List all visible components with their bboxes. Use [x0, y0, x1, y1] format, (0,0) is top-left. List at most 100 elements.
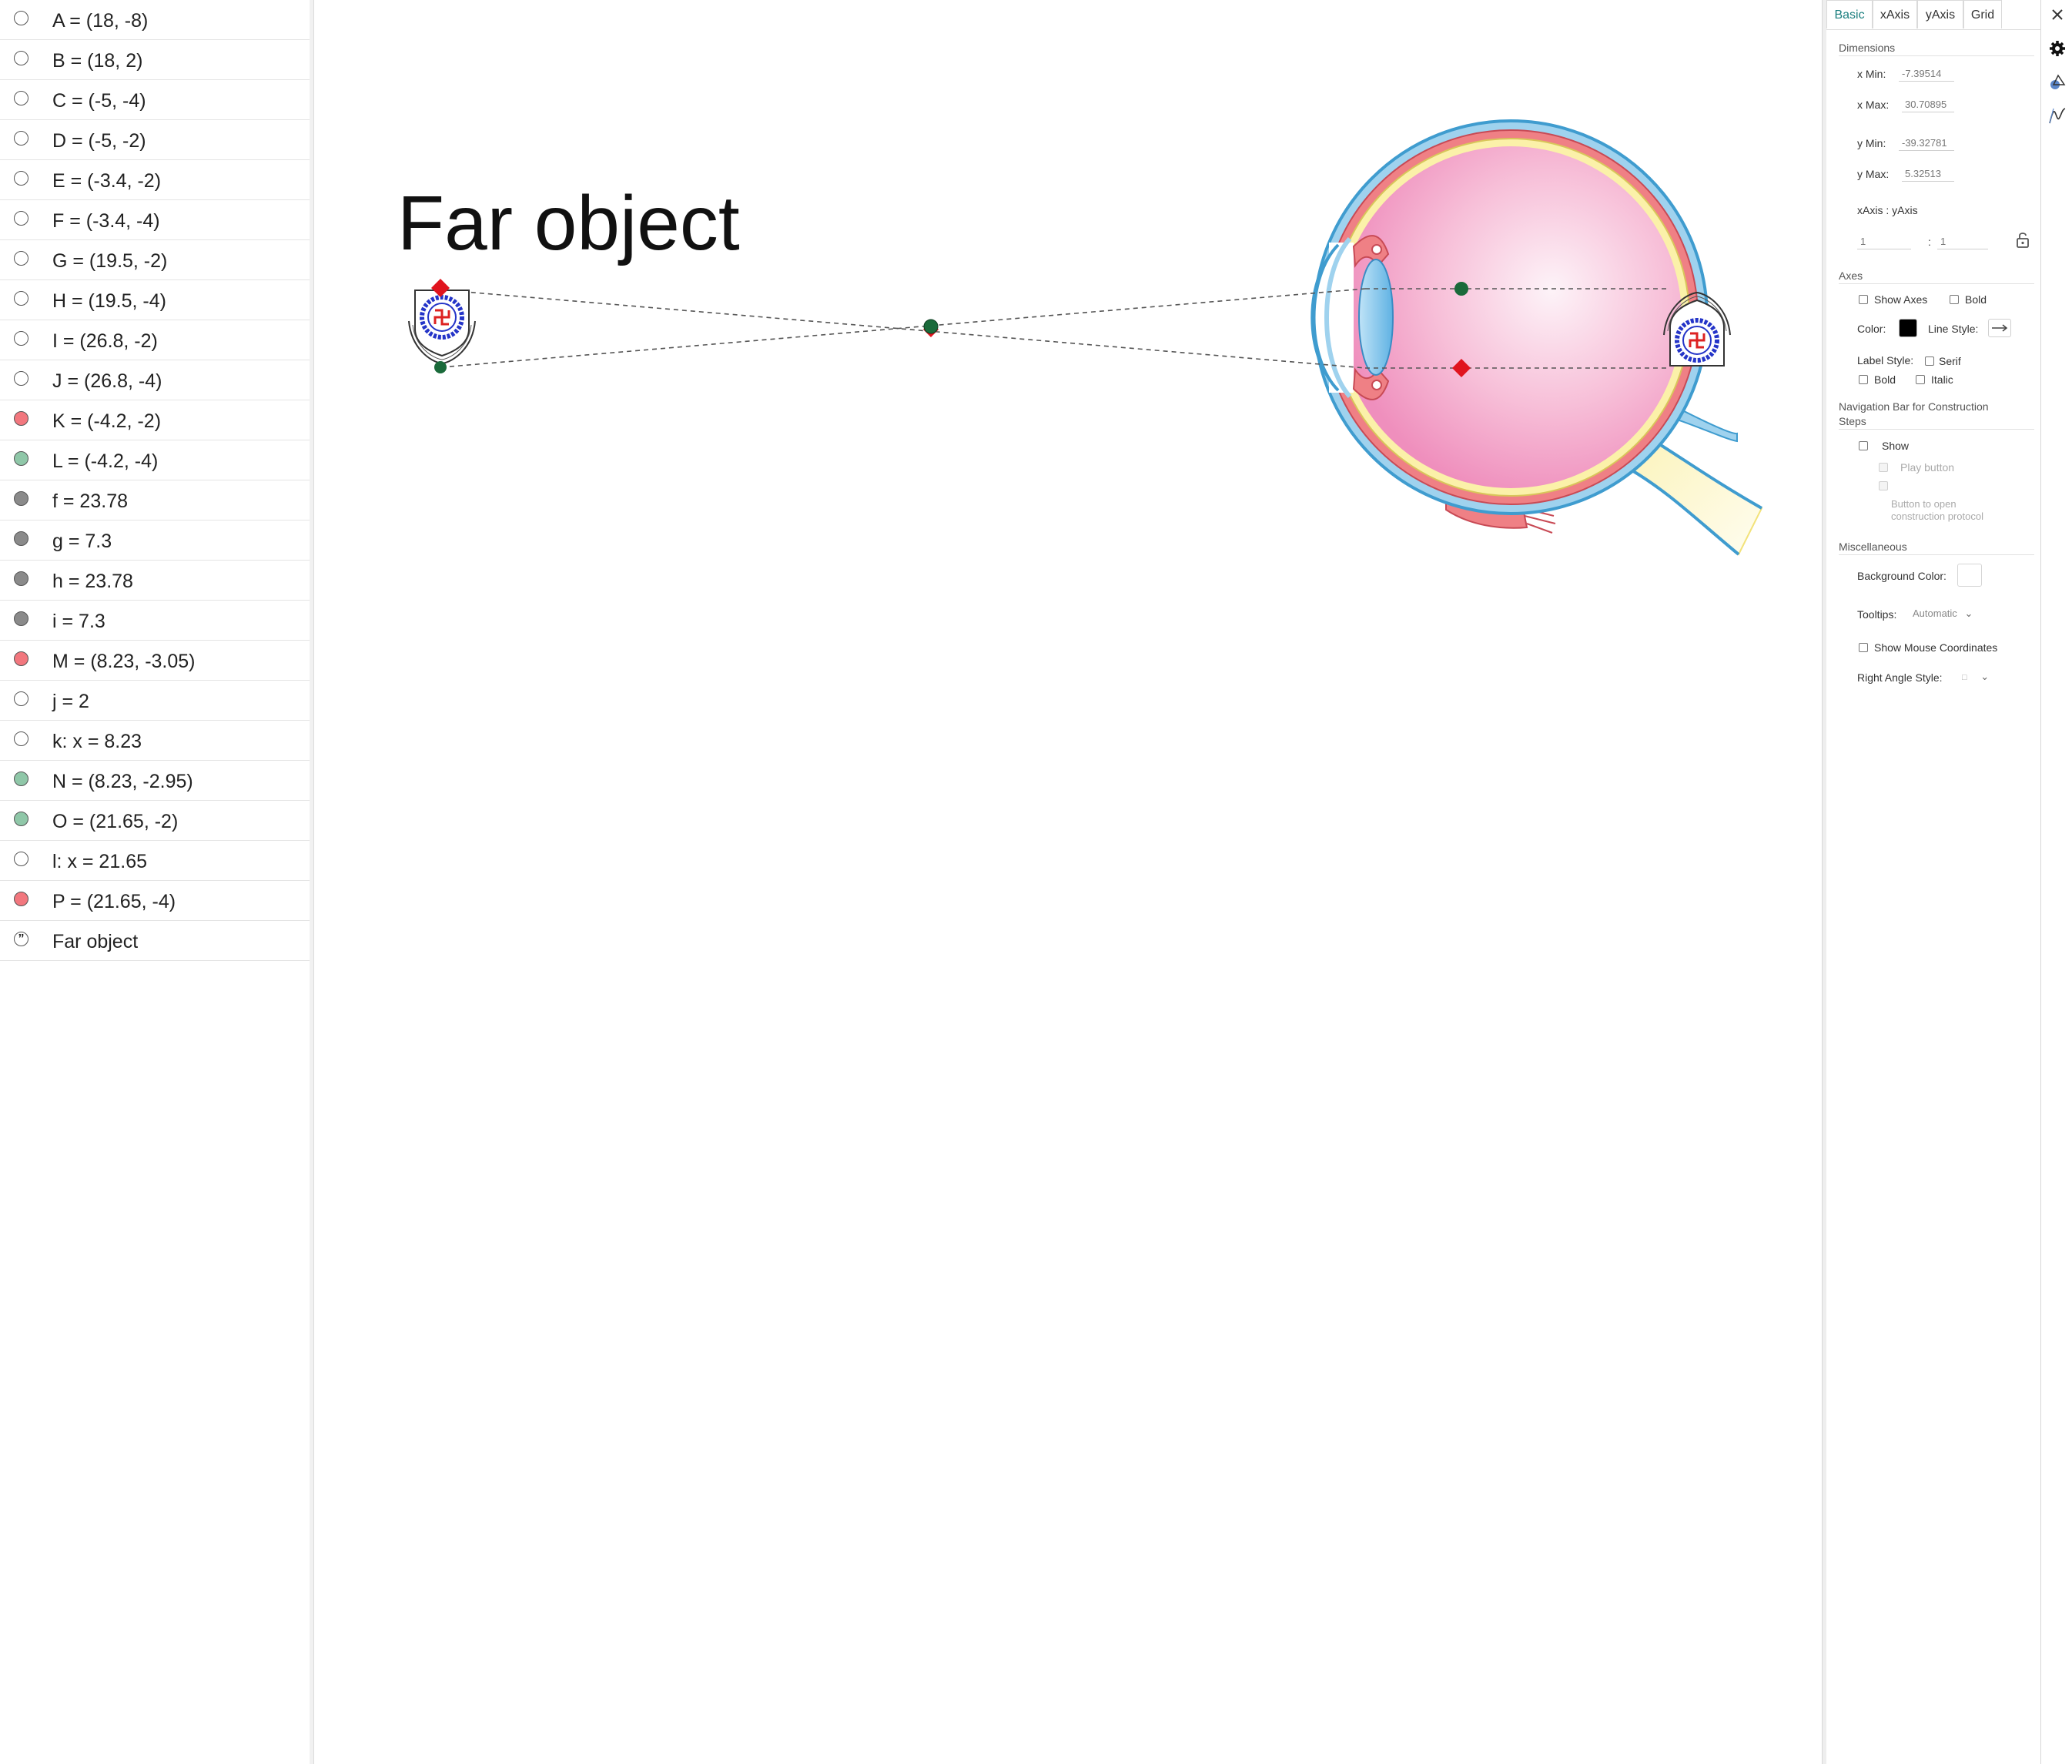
algebra-item-text[interactable]: k: x = 8.23	[52, 731, 142, 753]
algebra-item-text[interactable]: D = (-5, -2)	[52, 130, 146, 152]
visibility-toggle[interactable]	[14, 731, 28, 746]
open-protocol-checkbox[interactable]	[1879, 481, 1888, 490]
xmin-field[interactable]: -7.39514	[1899, 66, 1954, 82]
algebra-item-text[interactable]: E = (-3.4, -2)	[52, 170, 161, 192]
object-emblem[interactable]	[408, 290, 476, 365]
tab-xaxis[interactable]: xAxis	[1873, 0, 1917, 28]
visibility-toggle[interactable]	[14, 371, 28, 386]
visibility-toggle[interactable]	[14, 531, 28, 546]
algebra-item-text[interactable]: J = (26.8, -4)	[52, 370, 162, 393]
algebra-item[interactable]: h = 23.78	[0, 561, 310, 601]
lock-icon[interactable]	[2014, 231, 2031, 249]
algebra-item[interactable]: N = (8.23, -2.95)	[0, 761, 310, 801]
algebra-item[interactable]: i = 7.3	[0, 601, 310, 641]
algebra-item-text[interactable]: L = (-4.2, -4)	[52, 450, 158, 473]
algebra-item[interactable]: K = (-4.2, -2)	[0, 400, 310, 440]
visibility-toggle[interactable]	[14, 691, 28, 706]
algebra-item[interactable]: g = 7.3	[0, 520, 310, 561]
visibility-toggle[interactable]	[14, 812, 28, 826]
algebra-item[interactable]: B = (18, 2)	[0, 40, 310, 80]
right-angle-style-dropdown[interactable]: □ ⌄	[1962, 668, 2008, 686]
algebra-item[interactable]: J = (26.8, -4)	[0, 360, 310, 400]
algebra-item[interactable]: D = (-5, -2)	[0, 120, 310, 160]
algebra-item-text[interactable]: j = 2	[52, 691, 89, 713]
graphics-style-icon[interactable]	[2047, 72, 2067, 92]
tooltips-dropdown[interactable]: Automatic ⌄	[1913, 604, 1982, 623]
algebra-item-text[interactable]: K = (-4.2, -2)	[52, 410, 161, 433]
algebra-item-text[interactable]: P = (21.65, -4)	[52, 891, 176, 913]
algebra-item[interactable]: H = (19.5, -4)	[0, 280, 310, 320]
show-axes-checkbox[interactable]	[1859, 295, 1868, 304]
algebra-item-text[interactable]: N = (8.23, -2.95)	[52, 771, 193, 793]
algebra-item-text[interactable]: l: x = 21.65	[52, 851, 147, 873]
algebra-item-text[interactable]: G = (19.5, -2)	[52, 250, 167, 273]
visibility-toggle[interactable]	[14, 651, 28, 666]
visibility-toggle[interactable]	[14, 51, 28, 65]
algebra-item[interactable]: E = (-3.4, -2)	[0, 160, 310, 200]
visibility-toggle[interactable]	[14, 852, 28, 866]
algebra-item-text[interactable]: M = (8.23, -3.05)	[52, 651, 196, 673]
serif-checkbox[interactable]	[1925, 356, 1934, 366]
algebra-item[interactable]: F = (-3.4, -4)	[0, 200, 310, 240]
visibility-toggle[interactable]	[14, 251, 28, 266]
algebra-item[interactable]: L = (-4.2, -4)	[0, 440, 310, 480]
background-color-swatch[interactable]	[1957, 564, 1982, 587]
line-style-button[interactable]	[1988, 319, 2011, 337]
algebra-item-text[interactable]: A = (18, -8)	[52, 10, 148, 32]
visibility-toggle[interactable]	[14, 91, 28, 105]
ymin-field[interactable]: -39.32781	[1899, 136, 1954, 151]
algebra-item-text[interactable]: F = (-3.4, -4)	[52, 210, 160, 233]
algebra-item[interactable]: G = (19.5, -2)	[0, 240, 310, 280]
algebra-item-text[interactable]: g = 7.3	[52, 531, 112, 553]
algebra-item-text[interactable]: f = 23.78	[52, 490, 128, 513]
algebra-item-text[interactable]: h = 23.78	[52, 571, 133, 593]
axes-bold-checkbox[interactable]	[1950, 295, 1959, 304]
visibility-toggle[interactable]	[14, 211, 28, 226]
algebra-item-text[interactable]: B = (18, 2)	[52, 50, 142, 72]
algebra-item-text[interactable]: Far object	[52, 931, 138, 953]
show-navbar-checkbox[interactable]	[1859, 441, 1868, 450]
close-icon[interactable]	[2047, 5, 2067, 25]
algebra-item[interactable]: A = (18, -8)	[0, 0, 310, 40]
graphics-view[interactable]: Far object	[314, 0, 1823, 1764]
algebra-item[interactable]: k: x = 8.23	[0, 721, 310, 761]
far-object-text[interactable]: Far object	[397, 185, 740, 262]
function-icon[interactable]	[2047, 106, 2067, 126]
tab-basic[interactable]: Basic	[1826, 0, 1873, 28]
play-button-checkbox[interactable]	[1879, 463, 1888, 472]
visibility-toggle[interactable]	[14, 491, 28, 506]
algebra-item-text[interactable]: i = 7.3	[52, 611, 105, 633]
ratio-x-field[interactable]: 1	[1857, 234, 1911, 249]
visibility-toggle[interactable]	[14, 11, 28, 25]
algebra-item[interactable]: O = (21.65, -2)	[0, 801, 310, 841]
algebra-item[interactable]: C = (-5, -4)	[0, 80, 310, 120]
algebra-item-text[interactable]: C = (-5, -4)	[52, 90, 146, 112]
quote-icon[interactable]: ”	[14, 932, 28, 946]
algebra-item[interactable]: l: x = 21.65	[0, 841, 310, 881]
xmax-field[interactable]: 30.70895	[1902, 97, 1954, 112]
algebra-item-text[interactable]: H = (19.5, -4)	[52, 290, 166, 313]
visibility-toggle[interactable]	[14, 131, 28, 146]
label-bold-checkbox[interactable]	[1859, 375, 1868, 384]
algebra-item-text[interactable]: I = (26.8, -2)	[52, 330, 158, 353]
show-mouse-coordinates-checkbox[interactable]	[1859, 643, 1868, 652]
visibility-toggle[interactable]	[14, 571, 28, 586]
axes-color-swatch[interactable]	[1899, 319, 1917, 337]
algebra-item[interactable]: ” Far object	[0, 921, 310, 961]
visibility-toggle[interactable]	[14, 171, 28, 186]
visibility-toggle[interactable]	[14, 331, 28, 346]
visibility-toggle[interactable]	[14, 772, 28, 786]
tab-yaxis[interactable]: yAxis	[1917, 0, 1963, 28]
visibility-toggle[interactable]	[14, 411, 28, 426]
gear-icon[interactable]	[2047, 38, 2067, 59]
visibility-toggle[interactable]	[14, 451, 28, 466]
visibility-toggle[interactable]	[14, 611, 28, 626]
tab-grid[interactable]: Grid	[1963, 0, 2002, 28]
algebra-item-text[interactable]: O = (21.65, -2)	[52, 811, 178, 833]
algebra-item[interactable]: j = 2	[0, 681, 310, 721]
algebra-item[interactable]: f = 23.78	[0, 480, 310, 520]
algebra-item[interactable]: P = (21.65, -4)	[0, 881, 310, 921]
algebra-item[interactable]: I = (26.8, -2)	[0, 320, 310, 360]
ratio-y-field[interactable]: 1	[1937, 234, 1988, 249]
visibility-toggle[interactable]	[14, 892, 28, 906]
